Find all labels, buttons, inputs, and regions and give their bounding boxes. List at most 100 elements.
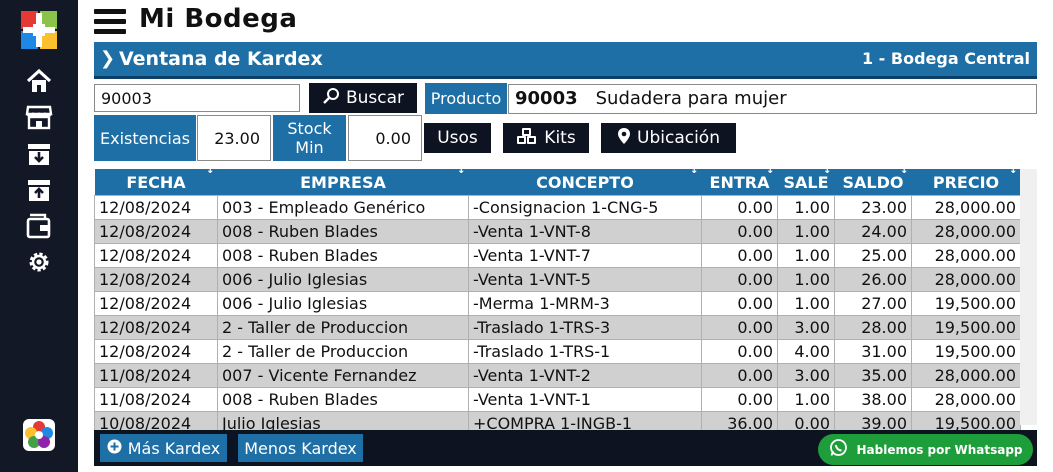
- window-title-bar: ❯ Ventana de Kardex 1 - Bodega Central: [94, 42, 1037, 79]
- home-icon[interactable]: [25, 67, 53, 95]
- product-code: 90003: [515, 88, 578, 109]
- table-cell-entra: 0.00: [701, 291, 778, 316]
- sort-arrow-icon: ↓: [900, 165, 909, 176]
- table-cell-saldo: 35.00: [834, 363, 912, 388]
- table-cell-saldo: 28.00: [834, 315, 912, 340]
- table-cell-entra: 0.00: [701, 195, 778, 220]
- table-cell-precio: 28,000.00: [911, 219, 1021, 244]
- table-cell-sale: 1.00: [777, 243, 835, 268]
- app-title: Mi Bodega: [139, 4, 298, 34]
- menos-kardex-label: Menos Kardex: [244, 438, 357, 458]
- table-cell-concepto: -Consignacion 1-CNG-5: [468, 195, 702, 220]
- table-cell-entra: 0.00: [701, 219, 778, 244]
- table-cell-empresa: 2 - Taller de Produccion: [217, 315, 469, 340]
- table-row[interactable]: 12/08/2024 2 - Taller de Produccion -Trasl…: [94, 315, 1021, 340]
- bodega-label: 1 - Bodega Central: [861, 49, 1030, 68]
- store-icon[interactable]: [25, 103, 53, 131]
- table-cell-precio: 19,500.00: [911, 339, 1021, 364]
- plus-circle-icon: [107, 439, 122, 458]
- table-cell-empresa: 008 - Ruben Blades: [217, 219, 469, 244]
- inbox-download-icon[interactable]: [25, 140, 53, 168]
- table-cell-empresa: 008 - Ruben Blades: [217, 387, 469, 412]
- table-cell-fecha: 12/08/2024: [94, 219, 218, 244]
- table-cell-saldo: 25.00: [834, 243, 912, 268]
- column-header-saldo[interactable]: SALDO ↓: [834, 165, 912, 196]
- table-cell-fecha: 12/08/2024: [94, 291, 218, 316]
- table-row[interactable]: 12/08/2024 008 - Ruben Blades -Venta 1-VNT…: [94, 243, 1021, 268]
- sort-arrow-icon: ↓: [823, 165, 832, 176]
- table-cell-concepto: -Venta 1-VNT-1: [468, 387, 702, 412]
- table-cell-sale: 3.00: [777, 315, 835, 340]
- column-header-concepto[interactable]: CONCEPTO ↓: [468, 165, 702, 196]
- table-cell-fecha: 12/08/2024: [94, 195, 218, 220]
- whatsapp-button[interactable]: Hablemos por Whatsapp: [818, 434, 1033, 465]
- stock-min-value: 0.00: [348, 115, 422, 161]
- kits-button[interactable]: Kits: [503, 123, 589, 153]
- table-cell-fecha: 11/08/2024: [94, 387, 218, 412]
- menos-kardex-button[interactable]: Menos Kardex: [238, 434, 363, 462]
- table-cell-fecha: 12/08/2024: [94, 267, 218, 292]
- table-cell-empresa: 006 - Julio Iglesias: [217, 291, 469, 316]
- window-title: Ventana de Kardex: [119, 48, 323, 70]
- table-cell-entra: 0.00: [701, 387, 778, 412]
- usos-button[interactable]: Usos: [424, 123, 491, 153]
- sort-arrow-icon: ↓: [766, 165, 775, 176]
- inbox-upload-icon[interactable]: [25, 176, 53, 204]
- kits-label: Kits: [544, 128, 576, 148]
- stock-min-label-line1: Stock: [287, 119, 332, 138]
- table-cell-saldo: 31.00: [834, 339, 912, 364]
- sort-arrow-icon: ↓: [690, 165, 699, 176]
- ubicacion-label: Ubicación: [637, 128, 720, 148]
- gear-icon[interactable]: [25, 248, 53, 276]
- mas-kardex-button[interactable]: Más Kardex: [100, 434, 227, 462]
- table-cell-precio: 28,000.00: [911, 243, 1021, 268]
- table-cell-sale: 1.00: [777, 387, 835, 412]
- table-cell-precio: 19,500.00: [911, 291, 1021, 316]
- table-cell-concepto: -Merma 1-MRM-3: [468, 291, 702, 316]
- column-header-fecha[interactable]: FECHA ↓: [94, 165, 218, 196]
- table-cell-concepto: -Traslado 1-TRS-1: [468, 339, 702, 364]
- table-cell-precio: 19,500.00: [911, 315, 1021, 340]
- table-cell-precio: 28,000.00: [911, 363, 1021, 388]
- hamburger-menu-icon[interactable]: [94, 9, 126, 35]
- kardex-table: FECHA ↓ EMPRESA ↓ CONCEPTO ↓ ENTRA ↓ SALE ↓ S…: [94, 165, 1021, 436]
- table-row[interactable]: 12/08/2024 003 - Empleado Genérico -Consig…: [94, 195, 1021, 220]
- top-bar: Mi Bodega: [78, 0, 1053, 44]
- table-cell-precio: 28,000.00: [911, 195, 1021, 220]
- table-scrollbar[interactable]: [1020, 169, 1037, 425]
- table-cell-fecha: 12/08/2024: [94, 339, 218, 364]
- existencias-label: Existencias: [94, 115, 196, 161]
- table-cell-saldo: 26.00: [834, 267, 912, 292]
- buscar-button[interactable]: Buscar: [309, 83, 417, 113]
- sort-arrow-icon: ↓: [206, 165, 215, 176]
- column-header-sale[interactable]: SALE ↓: [777, 165, 835, 196]
- table-cell-concepto: -Venta 1-VNT-5: [468, 267, 702, 292]
- table-cell-entra: 0.00: [701, 243, 778, 268]
- table-row[interactable]: 11/08/2024 008 - Ruben Blades -Venta 1-VNT…: [94, 387, 1021, 412]
- table-row[interactable]: 12/08/2024 008 - Ruben Blades -Venta 1-VNT…: [94, 219, 1021, 244]
- table-cell-entra: 0.00: [701, 339, 778, 364]
- ubicacion-button[interactable]: Ubicación: [601, 123, 736, 153]
- app-logo[interactable]: [21, 11, 57, 49]
- table-row[interactable]: 12/08/2024 006 - Julio Iglesias -Merma 1-M…: [94, 291, 1021, 316]
- app-badge-icon[interactable]: [23, 419, 55, 451]
- column-header-empresa[interactable]: EMPRESA ↓: [217, 165, 469, 196]
- kardex-table-body: 12/08/2024 003 - Empleado Genérico -Consig…: [94, 195, 1021, 436]
- wallet-icon[interactable]: [25, 212, 53, 240]
- table-cell-sale: 1.00: [777, 267, 835, 292]
- table-row[interactable]: 11/08/2024 007 - Vicente Fernandez -Venta …: [94, 363, 1021, 388]
- column-header-precio[interactable]: PRECIO ↓: [911, 165, 1021, 196]
- sort-arrow-icon: ↓: [457, 165, 466, 176]
- table-cell-empresa: 007 - Vicente Fernandez: [217, 363, 469, 388]
- sidebar: [0, 0, 78, 472]
- table-row[interactable]: 12/08/2024 006 - Julio Iglesias -Venta 1-V…: [94, 267, 1021, 292]
- table-cell-saldo: 27.00: [834, 291, 912, 316]
- column-header-entra[interactable]: ENTRA ↓: [701, 165, 778, 196]
- product-code-input[interactable]: [94, 84, 300, 112]
- chevron-right-icon: ❯: [100, 48, 116, 69]
- table-cell-sale: 1.00: [777, 291, 835, 316]
- table-cell-saldo: 23.00: [834, 195, 912, 220]
- table-cell-fecha: 12/08/2024: [94, 243, 218, 268]
- table-cell-entra: 0.00: [701, 267, 778, 292]
- table-row[interactable]: 12/08/2024 2 - Taller de Produccion -Trasl…: [94, 339, 1021, 364]
